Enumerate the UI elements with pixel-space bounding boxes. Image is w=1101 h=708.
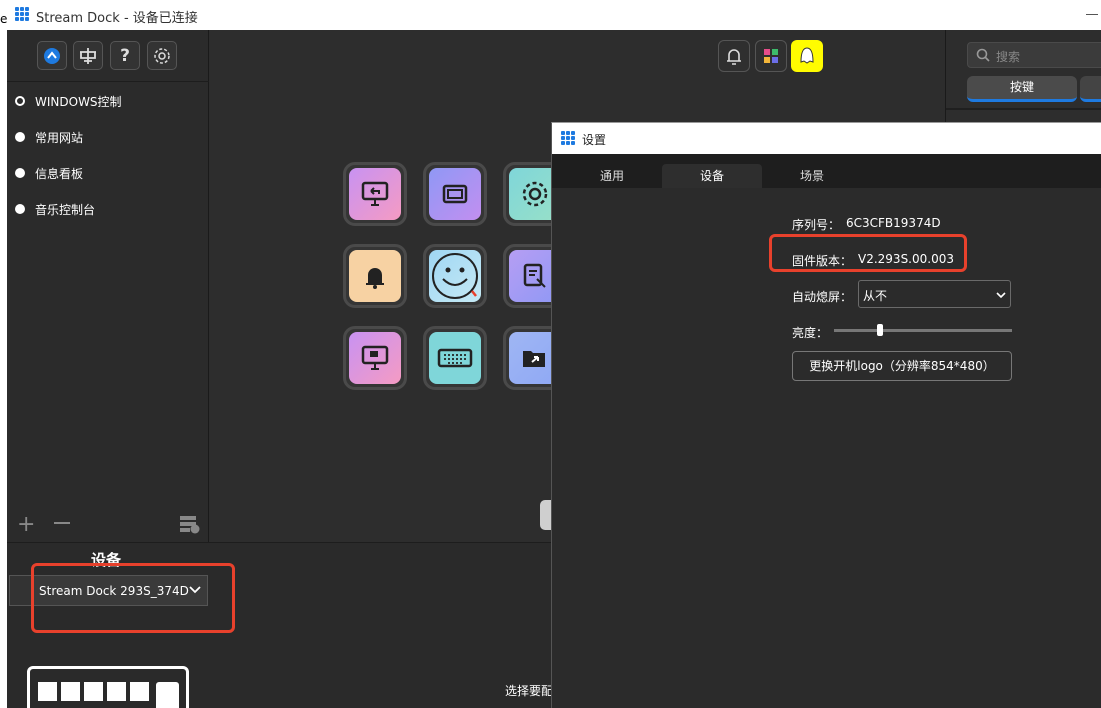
category-item-dashboard[interactable]: 信息看板: [7, 161, 209, 185]
store-icon: [80, 47, 96, 64]
search-input[interactable]: 搜索: [967, 42, 1101, 68]
title-bar: e Stream Dock - 设备已连接: [0, 0, 1101, 30]
brightness-label: 亮度：: [792, 326, 829, 340]
key-slot[interactable]: [343, 162, 407, 226]
notification-button[interactable]: [718, 40, 750, 72]
category-item-windows[interactable]: WINDOWS控制: [7, 89, 209, 113]
radio-dot-icon: [15, 132, 25, 142]
remove-category-button[interactable]: [54, 522, 70, 524]
window-title: Stream Dock - 设备已连接: [36, 11, 198, 26]
key-slot[interactable]: [423, 326, 487, 390]
keypad-knob: [156, 682, 179, 708]
key-face: [429, 250, 481, 302]
ghost-icon: [800, 47, 814, 64]
open-folder-icon: [523, 351, 545, 367]
tab-second[interactable]: [1080, 76, 1101, 102]
keypad-key: [38, 682, 57, 701]
key-face: [349, 250, 401, 302]
annotation-highlight: [31, 563, 235, 633]
brightness-slider-thumb[interactable]: [877, 324, 884, 336]
key-slot[interactable]: [423, 244, 487, 308]
device-preview-keypad: [27, 666, 189, 708]
key-face: [429, 168, 481, 220]
app-logo-icon: [561, 131, 575, 145]
serial-value: 6C3CFB19374D: [846, 216, 941, 230]
search-icon: [976, 48, 990, 62]
plugin-button[interactable]: [755, 40, 787, 72]
keypad-key: [61, 682, 80, 701]
plugin-grid-icon: [764, 49, 778, 63]
help-button[interactable]: ?: [110, 41, 140, 70]
monitor-icon: [361, 345, 389, 370]
serial-label: 序列号：: [792, 218, 841, 232]
radio-dot-icon: [15, 96, 25, 106]
tab-general[interactable]: 通用: [562, 164, 662, 188]
category-label: 常用网站: [35, 130, 84, 145]
gear-icon: [154, 47, 170, 64]
tab-device[interactable]: 设备: [662, 164, 762, 188]
bell-icon: [727, 49, 741, 65]
change-boot-logo-button[interactable]: 更换开机logo（分辨率854*480）: [792, 351, 1012, 381]
window-switch-icon: [442, 184, 468, 204]
category-item-music[interactable]: 音乐控制台: [7, 197, 209, 221]
dialog-tabs: 通用 设备 场景: [552, 154, 1101, 188]
key-face: [429, 332, 481, 384]
tab-scene[interactable]: 场景: [762, 164, 862, 188]
keypad-key: [107, 682, 126, 701]
auto-sleep-label: 自动熄屏：: [792, 290, 853, 304]
sidebar-actions: +: [7, 508, 209, 542]
key-slot[interactable]: [343, 326, 407, 390]
panel-divider: [946, 108, 1101, 110]
annotation-highlight: [769, 234, 967, 272]
stream-dock-icon: [44, 47, 60, 64]
document-cursor-icon: [523, 263, 546, 288]
category-label: 信息看板: [35, 166, 84, 181]
stream-dock-button[interactable]: [37, 41, 67, 70]
minimize-button[interactable]: [1086, 14, 1098, 15]
tab-keys[interactable]: 按键: [967, 76, 1077, 102]
profile-avatar-button[interactable]: [791, 40, 823, 72]
select-hint: 选择要配: [505, 684, 554, 698]
smiley-icon: [432, 253, 478, 299]
settings-button[interactable]: [147, 41, 177, 70]
config-icon[interactable]: [179, 514, 201, 534]
key-face: [349, 168, 401, 220]
device-select-left: [10, 576, 32, 605]
help-icon: ?: [120, 45, 130, 66]
key-slot[interactable]: [423, 162, 487, 226]
store-button[interactable]: [73, 41, 103, 70]
category-label: WINDOWS控制: [35, 94, 122, 109]
radio-dot-icon: [15, 204, 25, 214]
category-item-websites[interactable]: 常用网站: [7, 125, 209, 149]
dialog-title: 设置: [582, 133, 607, 147]
bell-icon: [366, 268, 384, 289]
brightness-slider-track[interactable]: [834, 329, 1012, 332]
chevron-down-icon: [996, 292, 1006, 299]
sidebar-toolbar: ?: [7, 30, 209, 82]
auto-sleep-value: 从不: [863, 289, 888, 303]
auto-sleep-select[interactable]: 从不: [858, 280, 1011, 308]
app-logo-icon: [15, 7, 29, 21]
edge-text: e: [0, 12, 8, 26]
gear-icon: [522, 181, 548, 207]
category-label: 音乐控制台: [35, 202, 96, 217]
search-placeholder: 搜索: [996, 50, 1021, 64]
monitor-back-icon: [361, 181, 389, 206]
keypad-key: [130, 682, 149, 701]
radio-dot-icon: [15, 168, 25, 178]
key-slot[interactable]: [343, 244, 407, 308]
add-category-button[interactable]: +: [17, 512, 35, 537]
keypad-key: [84, 682, 103, 701]
key-face: [349, 332, 401, 384]
keyboard-icon: [437, 348, 473, 368]
settings-dialog: 设置 通用 设备 场景 序列号： 6C3CFB19374D 固件版本： V2.2…: [551, 122, 1101, 708]
dialog-title-bar: 设置: [552, 123, 1101, 154]
